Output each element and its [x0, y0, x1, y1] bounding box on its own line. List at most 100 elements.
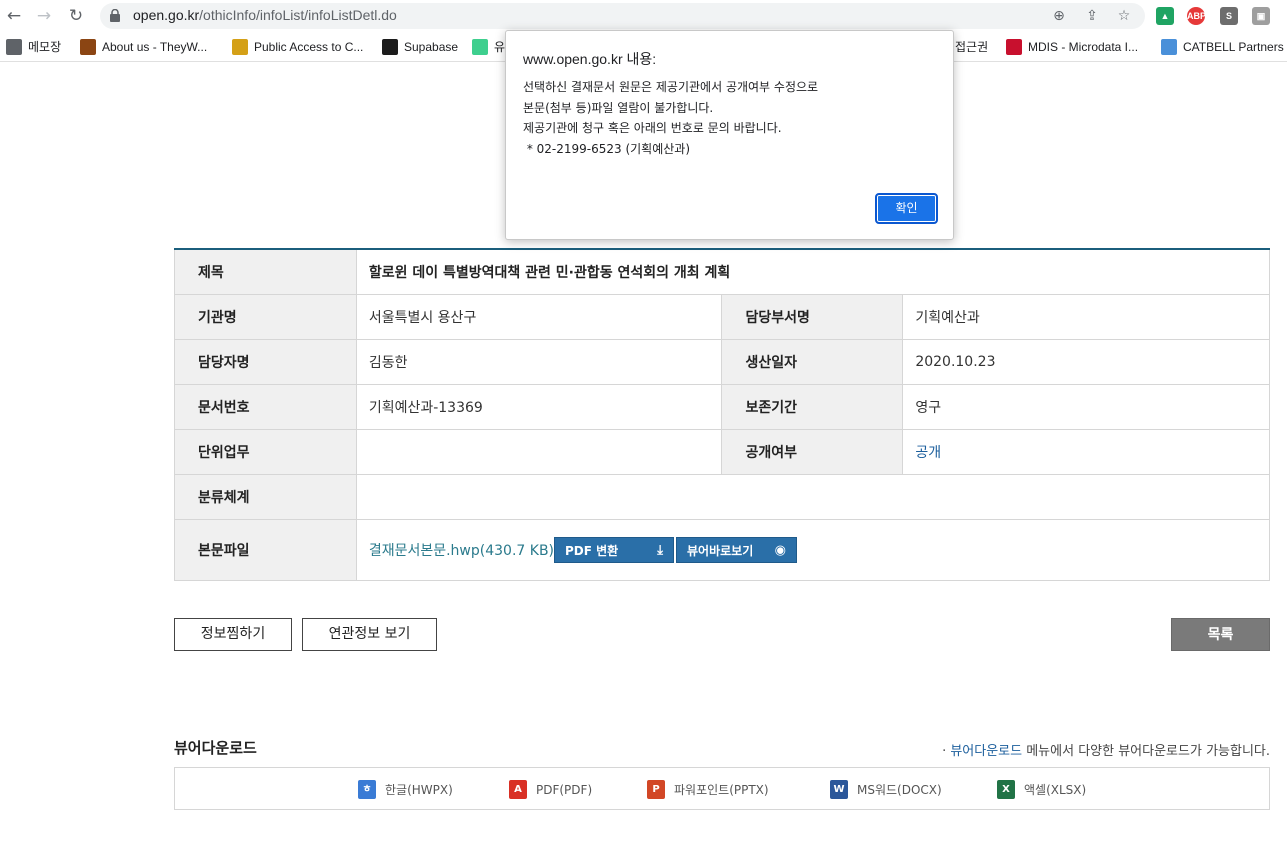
bookmark-item[interactable]: MDIS - Microdata I...: [1006, 39, 1138, 55]
back-icon[interactable]: ←: [2, 4, 26, 28]
viewer-download-item[interactable]: ㅎ 한글(HWPX): [358, 780, 453, 800]
viewer-download-item[interactable]: A PDF(PDF): [509, 780, 592, 800]
table-row: 제목 할로윈 데이 특별방역대책 관련 민·관합동 연석회의 개최 계획: [174, 248, 1271, 295]
zoom-icon[interactable]: ⊕: [1050, 7, 1068, 25]
org-value: 서울특별시 용산구: [355, 293, 723, 340]
unit-value: [355, 428, 723, 475]
bookmark-favicon-icon: [1161, 39, 1177, 55]
viewer-download-note: · 뷰어다운로드 메뉴에서 다양한 뷰어다운로드가 가능합니다.: [942, 740, 1270, 759]
bookmark-info-button[interactable]: 정보찜하기: [174, 618, 292, 651]
title-label: 제목: [174, 248, 357, 295]
url-text: open.go.kr/othicInfo/infoList/infoListDe…: [133, 7, 397, 23]
url-path: /othicInfo/infoList/infoListDetl.do: [199, 7, 397, 23]
document-title: 할로윈 데이 특별방역대책 관련 민·관합동 연석회의 개최 계획: [355, 248, 1271, 295]
bookmark-favicon-icon: [80, 39, 96, 55]
table-row: 단위업무 공개여부 공개: [174, 428, 1270, 475]
bookmark-favicon-icon: [6, 39, 22, 55]
pdf-icon: A: [509, 780, 527, 799]
class-value: [355, 473, 1271, 520]
docno-value: 기획예산과-13369: [355, 383, 723, 430]
bookmark-label: 메모장: [28, 40, 62, 54]
reload-icon[interactable]: ↻: [64, 4, 88, 28]
table-row: 담당자명 김동한 생산일자 2020.10.23: [174, 338, 1270, 385]
file-download-link[interactable]: 결재문서본문.hwp(430.7 KB): [369, 543, 554, 559]
dialog-line: 선택하신 결재문서 원문은 제공기관에서 공개여부 수정으로: [523, 80, 819, 94]
viewer-download-list: ㅎ 한글(HWPX) A PDF(PDF) P 파워포인트(PPTX) W MS워드(DOCX…: [174, 767, 1270, 810]
extension-icon[interactable]: ABP: [1187, 7, 1206, 25]
address-bar[interactable]: open.go.kr/othicInfo/infoList/infoListDe…: [100, 3, 1145, 29]
bookmark-item[interactable]: Supabase: [382, 39, 458, 55]
ok-button[interactable]: 확인: [875, 193, 938, 224]
url-host: open.go.kr: [133, 7, 200, 23]
bookmark-item[interactable]: Public Access to C...: [232, 39, 363, 55]
dialog-line: 본문(첨부 등)파일 열람이 불가합니다.: [523, 100, 714, 115]
browser-toolbar: ← → ↻ open.go.kr/othicInfo/infoList/info…: [0, 0, 1287, 32]
bookmark-favicon-icon: [1006, 39, 1022, 55]
viewer-open-button[interactable]: 뷰어바로보기 ◉: [676, 536, 798, 563]
unit-label: 단위업무: [174, 428, 357, 475]
viewer-download-title: 뷰어다운로드: [174, 739, 257, 757]
bookmark-item[interactable]: 메모장: [6, 39, 61, 55]
related-info-button[interactable]: 연관정보 보기: [302, 618, 437, 651]
dialog-title: www.open.go.kr 내용:: [523, 51, 657, 67]
share-icon[interactable]: ⇪: [1083, 7, 1101, 25]
eye-icon: ◉: [774, 542, 787, 558]
bookmark-item[interactable]: CATBELL Partners: [1161, 39, 1284, 55]
viewer-download-item[interactable]: X 액셀(XLSX): [997, 780, 1086, 800]
bookmark-favicon-icon: [232, 39, 248, 55]
bookmark-label: CATBELL Partners: [1183, 40, 1284, 54]
viewer-download-item[interactable]: P 파워포인트(PPTX): [647, 780, 769, 800]
hwp-icon: ㅎ: [358, 780, 376, 799]
bookmark-label: Supabase: [404, 40, 459, 54]
excel-icon: X: [997, 780, 1015, 799]
bookmark-label: 접근권: [955, 40, 989, 54]
bookmark-favicon-icon: [382, 39, 398, 55]
list-button[interactable]: 목록: [1171, 618, 1270, 651]
public-value: 공개: [902, 428, 1270, 475]
person-value: 김동한: [355, 338, 723, 385]
dept-label: 담당부서명: [721, 293, 904, 340]
viewer-download-link[interactable]: 뷰어다운로드: [950, 744, 1022, 759]
document-detail-table: 제목 할로윈 데이 특별방역대책 관련 민·관합동 연석회의 개최 계획 기관명…: [174, 248, 1271, 581]
date-label: 생산일자: [721, 338, 904, 385]
org-label: 기관명: [174, 293, 357, 340]
table-row: 기관명 서울특별시 용산구 담당부서명 기획예산과: [174, 293, 1270, 340]
person-label: 담당자명: [174, 338, 357, 385]
viewer-download-item[interactable]: W MS워드(DOCX): [830, 780, 942, 800]
word-icon: W: [830, 780, 848, 799]
dept-value: 기획예산과: [902, 293, 1270, 340]
viewer-download-label: 액셀(XLSX): [1024, 783, 1087, 797]
note-text: 메뉴에서 다양한 뷰어다운로드가 가능합니다.: [1022, 744, 1270, 759]
date-value: 2020.10.23: [902, 338, 1270, 385]
table-row: 문서번호 기획예산과-13369 보존기간 영구: [174, 383, 1270, 430]
alert-dialog: www.open.go.kr 내용: 선택하신 결재문서 원문은 제공기관에서 …: [505, 30, 954, 240]
docno-label: 문서번호: [174, 383, 357, 430]
public-label: 공개여부: [721, 428, 904, 475]
pdf-convert-button[interactable]: PDF 변환 ⤓: [554, 536, 675, 563]
extension-icon[interactable]: ▣: [1252, 7, 1270, 25]
powerpoint-icon: P: [647, 780, 665, 799]
bookmark-item[interactable]: About us - TheyW...: [80, 39, 207, 55]
viewer-download-label: PDF(PDF): [536, 783, 593, 797]
bookmark-item[interactable]: 유: [472, 39, 505, 55]
table-row: 본문파일 결재문서본문.hwp(430.7 KB) PDF 변환 ⤓ 뷰어바로보기 ◉: [174, 518, 1271, 581]
dialog-line: 제공기관에 청구 혹은 아래의 번호로 문의 바랍니다.: [523, 121, 782, 135]
bookmark-label: MDIS - Microdata I...: [1028, 40, 1139, 54]
bookmark-favicon-icon: [472, 39, 488, 55]
table-row: 분류체계: [174, 473, 1271, 520]
dialog-message: 선택하신 결재문서 원문은 제공기관에서 공개여부 수정으로 본문(첨부 등)파…: [523, 77, 818, 159]
dialog-line: * 02-2199-6523 (기획예산과): [523, 141, 691, 156]
extension-icon[interactable]: S: [1220, 7, 1238, 25]
download-icon: ⤓: [657, 542, 664, 558]
forward-icon[interactable]: →: [32, 4, 56, 28]
retention-label: 보존기간: [721, 383, 904, 430]
class-label: 분류체계: [174, 473, 357, 520]
bookmark-label: Public Access to C...: [254, 40, 364, 54]
viewer-download-label: 한글(HWPX): [385, 783, 453, 797]
viewer-download-label: 파워포인트(PPTX): [674, 783, 769, 797]
retention-value: 영구: [902, 383, 1270, 430]
bookmark-item[interactable]: 접근권: [955, 39, 988, 55]
extension-icon[interactable]: ▲: [1156, 7, 1174, 25]
star-icon[interactable]: ☆: [1115, 7, 1133, 25]
lock-icon: [110, 9, 120, 22]
